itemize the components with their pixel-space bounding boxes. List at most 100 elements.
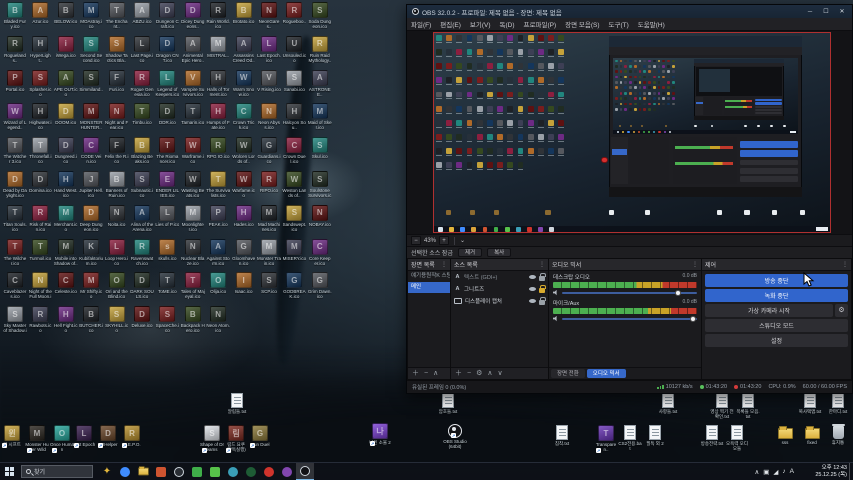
desktop-shortcut-app[interactable]: R↗R.E.P.O. [120,425,144,447]
desktop-icon[interactable]: HHalls of Torment.ico [206,70,230,97]
desktop-icon[interactable]: MMerchant.ico [54,205,78,232]
zoom-out-button[interactable]: − [411,236,421,245]
desktop-icon[interactable]: TThe Riomancer.ico [155,137,179,164]
desktop-icon[interactable]: HHumps of Fate.ico [206,103,230,130]
desktop-icon[interactable]: CCore Keeper.ico [308,239,332,266]
hidden-icons-chevron[interactable]: ∧ [754,468,759,476]
desktop-icon[interactable]: BBackpack Hero.ico [181,306,205,333]
desktop-icon[interactable]: SSanabi.ico [282,70,306,92]
remove-source-button[interactable]: 제거 [458,248,482,257]
desktop-shortcut-doc[interactable]: 침착.txt [550,425,574,446]
desktop-icon[interactable]: LLies of P.ico [155,205,179,227]
speaker-icon[interactable] [553,316,559,322]
desktop-icon[interactable]: RRogue Genesia.ico [130,70,154,97]
desktop-icon[interactable]: GGuardians.ico [257,137,281,164]
control-button[interactable]: 녹화 중단 [705,289,848,302]
desktop-icon[interactable]: SSkul.ico [308,137,332,159]
desktop-icon[interactable]: HHighwater.ico [28,103,52,130]
desktop-icon[interactable]: DDeep Dungeon.ico [79,205,103,232]
control-button[interactable]: 설정 [705,334,848,347]
source-item[interactable]: A텍스트 (GDI+) [451,271,548,283]
desktop-shortcut-app[interactable]: 림↗림드 요쿠 (단독실행) [224,425,248,452]
desktop-icon[interactable]: BBanners of Ruin.ico [105,171,129,198]
volume-slider-knob[interactable] [675,290,681,296]
menu-item-5[interactable]: 장면 모음(S) [565,19,599,29]
desktop-icon[interactable]: BBELOW.ico [54,2,78,24]
taskbar-app-app-orange-grid[interactable] [152,463,170,480]
desktop-icon[interactable]: SSKYHILL.ico [105,306,129,333]
desktop-icon[interactable]: LLast Epoch.ico [257,36,281,63]
desktop-icon[interactable]: TTales of Majeyal.ico [181,272,205,299]
desktop-icon[interactable]: BBladed Fury.ico [3,2,27,29]
desktop-icon[interactable]: BBUTCHER.ico [79,306,103,333]
desktop-icon[interactable]: SSpaceChe.ico [155,306,179,333]
lock-icon[interactable] [539,288,545,293]
desktop-shortcut-doc[interactable]: 한마디.txt [826,393,850,414]
volume-icon[interactable]: ♪ [782,468,785,475]
add-source-icon[interactable]: ＋ [455,369,462,379]
desktop-shortcut-folder[interactable]: sss [773,425,797,445]
scene-up-icon[interactable]: ∧ [433,369,438,379]
desktop-icon[interactable]: SSoulstone Survivors.ico [308,171,332,198]
menu-item-3[interactable]: 독(D) [500,19,515,29]
minimize-button[interactable]: ─ [802,6,818,18]
desktop-icon[interactable]: VV Rising.ico [257,70,281,92]
dock-menu-icon[interactable]: ⋮ [842,261,848,268]
maximize-button[interactable]: ☐ [818,6,834,18]
scene-item[interactable]: 메인 [408,282,450,293]
desktop-icon[interactable]: IIsaac.ico [232,272,256,294]
copy-source-button[interactable]: 복사 [487,248,511,257]
source-down-icon[interactable]: ∨ [498,369,503,379]
desktop-icon[interactable]: NNight of the Full Moon.ico [28,272,52,299]
volume-slider[interactable] [562,318,697,320]
desktop-icon[interactable]: AAlina of the Arena.ico [130,205,154,232]
desktop-icon[interactable]: KKubifaktorium.ico [79,239,103,266]
desktop-icon[interactable]: SSplasher.ico [28,70,52,97]
source-item[interactable]: A그니트즈 [451,283,548,295]
desktop-icon[interactable]: AASTRONEE.. [308,70,332,97]
desktop-icon[interactable]: RRisk of Rain.ico [28,205,52,232]
desktop-icon[interactable]: DDDR.ico [155,103,179,125]
add-scene-icon[interactable]: ＋ [412,369,419,379]
desktop-icon[interactable]: WWarframe.ico [181,137,205,164]
desktop-icon[interactable]: UUnsouled.ico [282,36,306,63]
desktop-icon[interactable]: GGODBREAK.ico [282,272,306,299]
desktop-icon[interactable]: DDARK SOULS.ico [130,272,154,299]
desktop-icon[interactable]: MMonster Train.ico [257,239,281,266]
desktop-shortcut-doc[interactable]: 오욕력 오디오들 [725,425,749,451]
dock-menu-icon[interactable]: ⋮ [441,261,447,268]
speaker-icon[interactable] [553,290,559,296]
desktop-icon[interactable]: OOlija.ico [206,272,230,294]
desktop-shortcut-doc[interactable]: 복사택앱.txt [798,393,822,414]
source-item[interactable]: 디스플레이 캡처 [451,295,548,307]
desktop-icon[interactable]: SShadow Tactics Bla.. [105,36,129,63]
desktop-icon[interactable]: RRavenswatch.ico [130,239,154,266]
desktop-icon[interactable]: CCrown Duel.ico [282,137,306,164]
desktop-shortcut-app[interactable]: T↗Transparen.. [594,425,618,452]
desktop-icon[interactable]: MMISERY.ico [282,239,306,261]
desktop-icon[interactable]: RRawbots.ico [28,306,52,333]
desktop-icon[interactable]: SSimmiland.. [79,70,103,92]
desktop-icon[interactable]: AABZU.ico [130,2,154,24]
desktop-icon[interactable]: TThe Wilcher.ico [3,239,27,266]
control-button[interactable]: 가상 카메라 시작 [705,304,833,317]
desktop-icon[interactable]: AAnimental Epic Hero.. [181,36,205,63]
desktop-icon[interactable]: TTitan Souls.ico [3,205,27,232]
display-icon[interactable]: ▣ [763,468,769,476]
taskbar-search[interactable]: 찾기 [21,465,93,478]
desktop-icon[interactable]: iiWega.ico [54,36,78,58]
desktop-icon[interactable]: SSubnautic.ico [130,171,154,198]
desktop-icon[interactable]: SSCP.ico [257,272,281,294]
desktop-icon[interactable]: HHand West.ico [54,171,78,198]
menu-item-4[interactable]: 프로파일(P) [524,19,557,29]
visibility-eye-icon[interactable] [529,275,536,279]
desktop-shortcut-app[interactable]: D↗D2Helper [96,425,120,447]
menu-item-2[interactable]: 보기(V) [470,19,491,29]
display-capture-preview[interactable] [433,32,831,233]
visibility-eye-icon[interactable] [529,299,536,303]
desktop-icon[interactable]: MMaid of Sker.ico [308,103,332,130]
source-up-icon[interactable]: ∧ [487,369,492,379]
desktop-icon[interactable]: RRain World.ico [206,2,230,29]
desktop-icon[interactable]: AAssassins Creed Od.. [232,36,256,63]
taskbar-app-file-explorer[interactable] [134,463,152,480]
